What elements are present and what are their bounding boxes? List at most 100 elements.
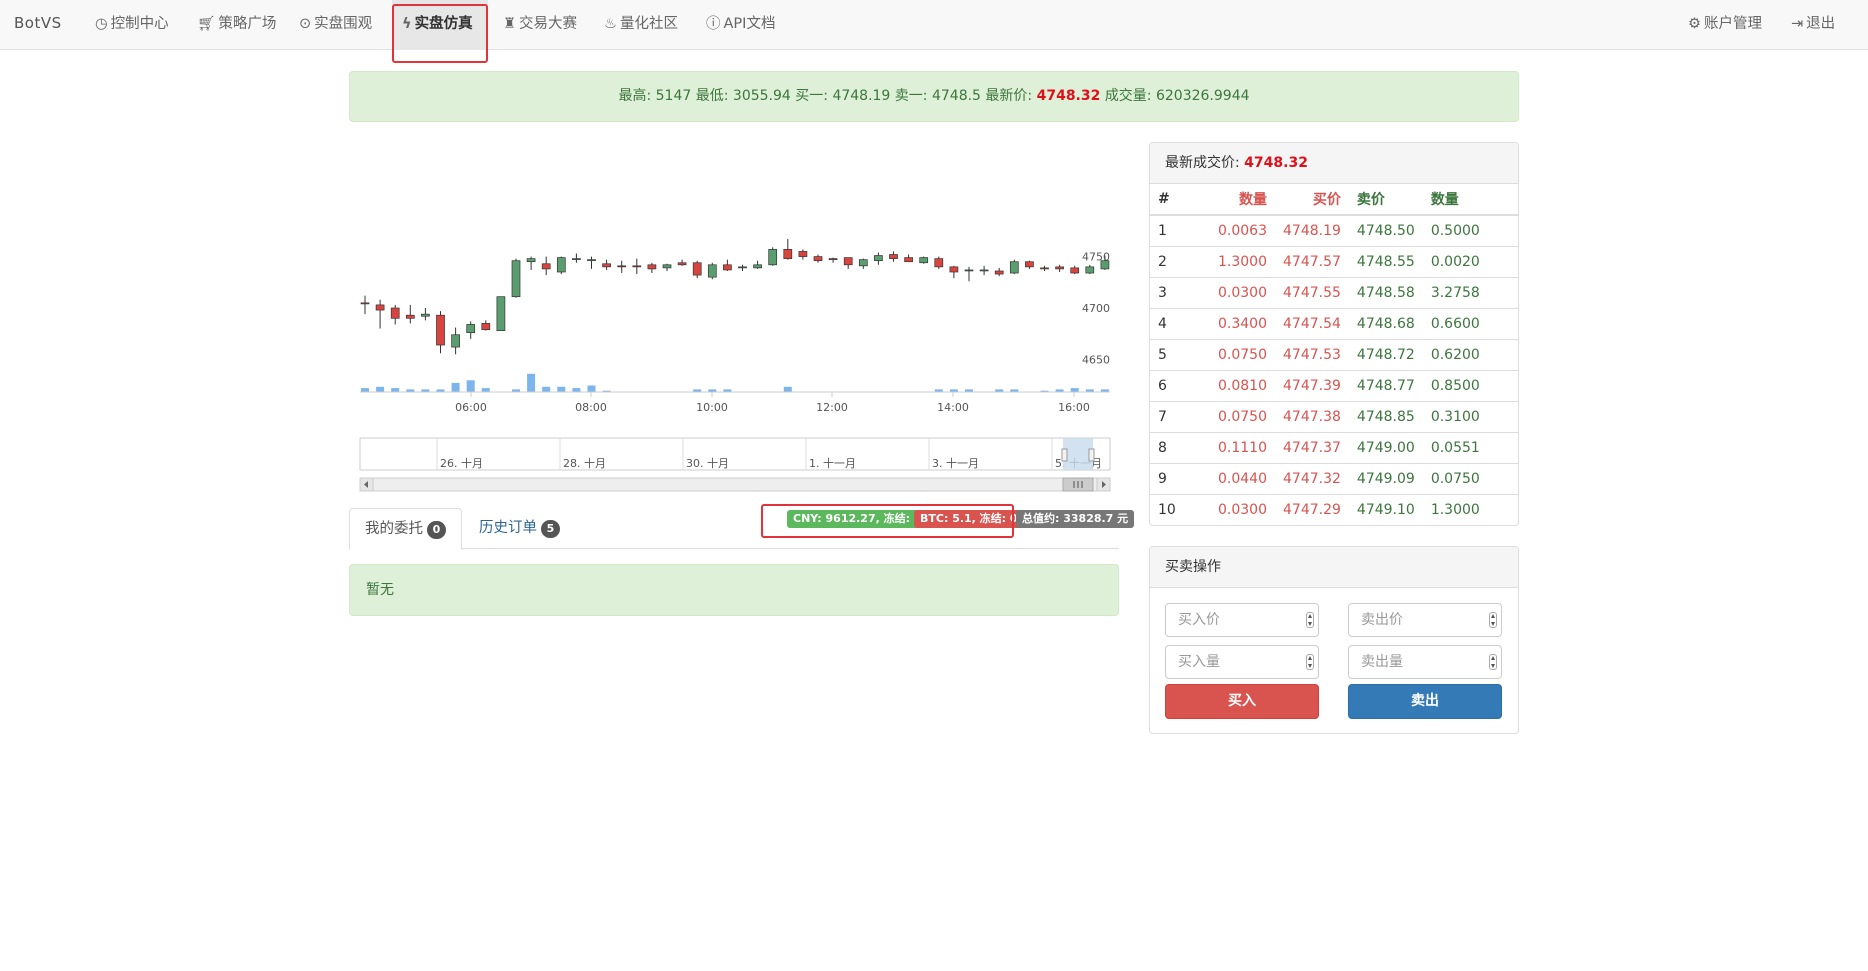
candle[interactable]: [496, 296, 506, 331]
candle[interactable]: [1025, 260, 1034, 269]
ask-price: 4749.00: [1348, 431, 1423, 463]
candle[interactable]: [949, 265, 959, 279]
candle[interactable]: [813, 254, 823, 263]
top-navbar: BotVS ◷ 控制中心 🛒︎ 策略广场 ⊙ 实盘围观 ϟ 实盘仿真 ♜ 交易大赛 ♨ 量化…: [0, 0, 1868, 50]
navigator-handle-right[interactable]: [1088, 448, 1095, 462]
candle[interactable]: [994, 267, 1004, 277]
orderbook-table: # 数量 买价 卖价 数量 1 0.0063 4748.19 4748.50 0.500…: [1150, 184, 1518, 525]
candle[interactable]: [858, 258, 868, 269]
candle[interactable]: [753, 260, 762, 269]
candle[interactable]: [904, 254, 913, 263]
ask-amount: 0.0551: [1422, 431, 1518, 463]
stepper-icon[interactable]: [1489, 612, 1497, 628]
candle[interactable]: [617, 260, 627, 274]
orderbook-row[interactable]: 10 0.0300 4747.29 4749.10 1.3000: [1150, 493, 1518, 525]
ticker-low: 3055.94: [732, 88, 791, 104]
chart-scrollbar[interactable]: [359, 477, 1111, 492]
candle[interactable]: [602, 259, 611, 270]
navigator-handle-left[interactable]: [1061, 448, 1068, 462]
nav-dashboard[interactable]: ◷ 控制中心: [95, 0, 169, 48]
stepper-icon[interactable]: [1489, 654, 1497, 670]
buy-price-input[interactable]: 买入价: [1165, 603, 1319, 637]
candle[interactable]: [889, 251, 898, 262]
candle[interactable]: [1040, 265, 1049, 271]
row-index: 9: [1150, 462, 1195, 494]
nav-live-watch[interactable]: ⊙ 实盘围观: [299, 0, 372, 48]
orderbook-row[interactable]: 7 0.0750 4747.38 4748.85 0.3100: [1150, 400, 1518, 432]
candle[interactable]: [632, 258, 642, 275]
candle[interactable]: [375, 299, 385, 329]
orderbook-row[interactable]: 8 0.1110 4747.37 4749.00 0.0551: [1150, 431, 1518, 463]
candle[interactable]: [768, 247, 778, 266]
nav-trading-contest[interactable]: ♜ 交易大赛: [503, 0, 577, 48]
candle[interactable]: [1055, 264, 1064, 272]
bid-amount: 0.0063: [1195, 214, 1275, 246]
ask-price: 4748.85: [1348, 400, 1423, 432]
tab-history-orders[interactable]: 历史订单 5: [464, 508, 575, 550]
nav-logout[interactable]: ⇥ 退出: [1791, 0, 1835, 48]
candle[interactable]: [390, 304, 400, 325]
col-bid-amount: 数量: [1195, 184, 1275, 216]
candle[interactable]: [451, 327, 460, 355]
candle[interactable]: [919, 256, 929, 264]
candle[interactable]: [1070, 265, 1080, 275]
candle[interactable]: [587, 256, 596, 269]
tab-my-orders[interactable]: 我的委托 0: [349, 508, 462, 550]
orderbook-row[interactable]: 2 1.3000 4747.57 4748.55 0.0020: [1150, 245, 1518, 277]
candle[interactable]: [1009, 259, 1019, 275]
orderbook-row[interactable]: 4 0.3400 4747.54 4748.68 0.6600: [1150, 307, 1518, 339]
sell-price-input[interactable]: 卖出价: [1348, 603, 1502, 637]
candle[interactable]: [934, 256, 944, 269]
candle[interactable]: [874, 252, 883, 265]
stepper-icon[interactable]: [1306, 654, 1314, 670]
candle[interactable]: [481, 320, 491, 331]
brand-logo[interactable]: BotVS: [14, 14, 62, 32]
candle[interactable]: [1085, 264, 1095, 275]
buy-button[interactable]: 买入: [1165, 684, 1319, 719]
ask-amount: 0.0750: [1422, 462, 1518, 494]
ask-price: 4748.72: [1348, 338, 1423, 370]
orderbook-row[interactable]: 6 0.0810 4747.39 4748.77 0.8500: [1150, 369, 1518, 401]
candle[interactable]: [662, 263, 672, 271]
candle[interactable]: [798, 249, 808, 260]
stepper-icon[interactable]: [1306, 612, 1314, 628]
candle[interactable]: [843, 257, 853, 269]
candle[interactable]: [436, 311, 445, 354]
orderbook-row[interactable]: 9 0.0440 4747.32 4749.09 0.0750: [1150, 462, 1518, 494]
cart-icon: 🛒︎: [197, 16, 216, 32]
candle[interactable]: [828, 257, 838, 263]
candle[interactable]: [405, 304, 415, 324]
candle[interactable]: [738, 264, 747, 271]
candle[interactable]: [572, 253, 581, 263]
row-index: 3: [1150, 276, 1195, 308]
time-tick-label: 08:00: [575, 401, 607, 414]
candle[interactable]: [541, 256, 551, 276]
orderbook-row[interactable]: 5 0.0750 4747.53 4748.72 0.6200: [1150, 338, 1518, 370]
nav-account[interactable]: ⚙ 账户管理: [1688, 0, 1762, 48]
candle[interactable]: [677, 259, 687, 266]
sell-amount-input[interactable]: 卖出量: [1348, 645, 1502, 679]
candle[interactable]: [979, 265, 989, 276]
candle[interactable]: [360, 295, 370, 315]
candle[interactable]: [964, 266, 974, 282]
candle[interactable]: [466, 321, 476, 339]
nav-strategy-square[interactable]: 🛒︎ 策略广场: [197, 0, 276, 48]
total-value-badge: 总值约: 33828.7 元: [1016, 510, 1135, 528]
candle[interactable]: [647, 262, 657, 274]
candle[interactable]: [723, 259, 732, 271]
time-tick-label: 10:00: [696, 401, 728, 414]
candle[interactable]: [511, 258, 521, 298]
candle[interactable]: [556, 256, 566, 275]
orderbook-row[interactable]: 3 0.0300 4747.55 4748.58 3.2758: [1150, 276, 1518, 308]
candle[interactable]: [707, 262, 717, 280]
sell-button[interactable]: 卖出: [1348, 684, 1502, 719]
candle[interactable]: [783, 239, 793, 260]
candle[interactable]: [421, 308, 430, 321]
candle[interactable]: [526, 256, 536, 270]
candlestick-chart[interactable]: 06:00 08:00 10:00 12:00 14:00 16:00 4750 4700 4…: [355, 190, 1125, 495]
orderbook-row[interactable]: 1 0.0063 4748.19 4748.50 0.5000: [1150, 214, 1518, 246]
nav-quant-community[interactable]: ♨ 量化社区: [604, 0, 678, 48]
buy-amount-input[interactable]: 买入量: [1165, 645, 1319, 679]
candle[interactable]: [692, 260, 702, 279]
nav-api-docs[interactable]: ⓘ API文档: [706, 0, 775, 48]
